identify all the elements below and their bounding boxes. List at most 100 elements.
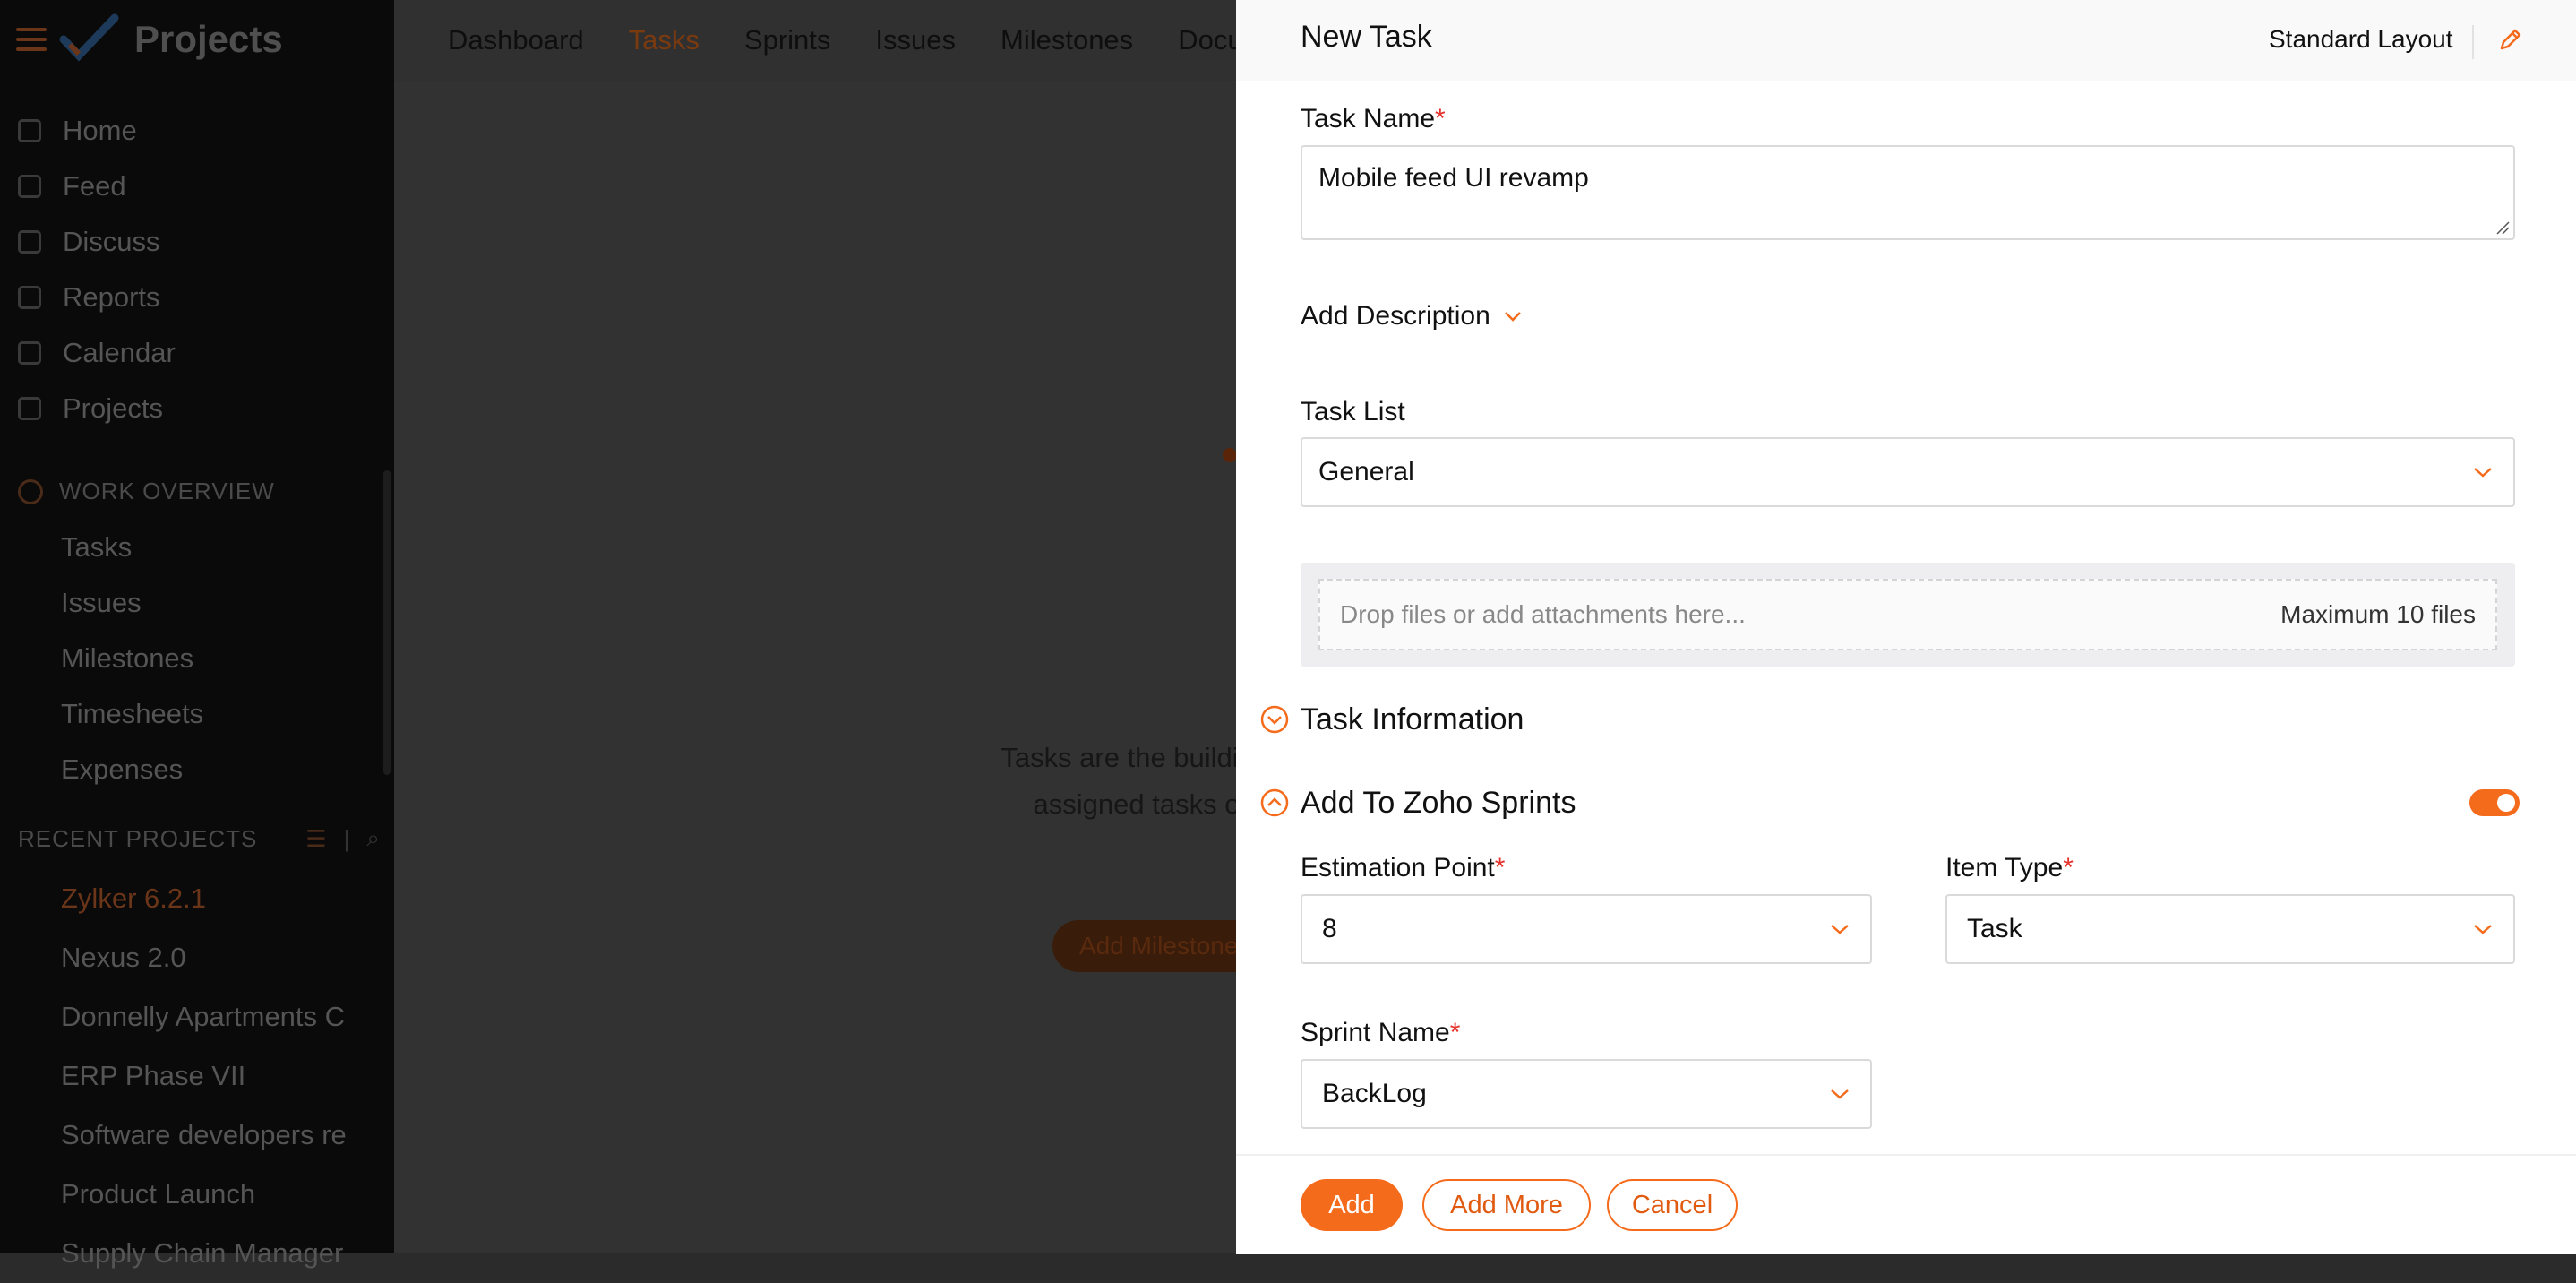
sidebar-item-label: Feed [63,170,126,202]
tab-dashboard[interactable]: Dashboard [448,24,584,56]
panel-header: New Task Standard Layout [1236,0,2576,81]
calendar-icon [18,341,41,365]
chevron-down-icon [1504,312,1521,322]
dropzone-inner[interactable]: Drop files or add attachments here... Ma… [1318,579,2497,650]
sidebar-item-discuss[interactable]: Discuss [0,214,394,270]
task-list-value: General [1318,457,1414,487]
recent-projects-heading: RECENT PROJECTS ☰ | ⌕ [18,824,381,853]
sprint-name-select[interactable]: BackLog [1301,1059,1872,1129]
work-overview-heading[interactable]: WORK OVERVIEW [18,478,275,505]
main-area [394,81,1236,1253]
required-mark: * [1435,104,1446,133]
task-list-select[interactable]: General [1301,437,2515,507]
task-name-value: Mobile feed UI revamp [1318,163,1589,193]
new-task-panel: New Task Standard Layout Task Name* Mobi… [1236,0,2576,1254]
sidebar-item-tasks[interactable]: Tasks [61,520,203,575]
projects-icon [18,397,41,420]
recent-projects-list: Zylker 6.2.1 Nexus 2.0 Donnelly Apartmen… [61,869,348,1283]
panel-title: New Task [1301,20,1432,54]
attachment-dropzone[interactable]: Drop files or add attachments here... Ma… [1301,563,2515,667]
top-nav: Dashboard Tasks Sprints Issues Milestone… [448,0,1282,81]
sidebar-item-calendar[interactable]: Calendar [0,325,394,381]
sidebar-item-expenses[interactable]: Expenses [61,742,203,797]
tab-tasks[interactable]: Tasks [629,24,700,56]
edit-layout-icon[interactable] [2494,25,2525,56]
filter-icon[interactable]: ☰ [305,825,327,853]
label-text: Task Name [1301,104,1436,133]
tab-issues[interactable]: Issues [875,24,956,56]
hamburger-menu-icon[interactable] [16,28,47,51]
sprint-name-label: Sprint Name* [1301,1018,1460,1048]
sidebar-item-label: Home [63,115,137,146]
estimation-point-label: Estimation Point* [1301,853,1505,883]
sprint-name-value: BackLog [1322,1079,1427,1108]
tab-sprints[interactable]: Sprints [744,24,830,56]
task-name-label: Task Name* [1301,104,1446,134]
search-icon[interactable]: ⌕ [366,824,381,853]
chevron-down-icon [1831,925,1849,934]
item-type-select[interactable]: Task [1945,894,2515,964]
resize-handle-icon[interactable] [2495,220,2510,235]
toggle-knob [2497,794,2515,812]
sidebar-item-label: Discuss [63,226,160,257]
discuss-icon [18,230,41,254]
task-information-section[interactable]: Task Information [1301,702,1524,737]
brand: Projects [16,13,283,66]
expand-section-icon[interactable] [1259,704,1290,735]
dropzone-text: Drop files or add attachments here... [1340,600,1746,628]
section-title: RECENT PROJECTS [18,824,258,852]
section-title: WORK OVERVIEW [59,478,275,504]
sidebar-scrollbar[interactable] [383,470,391,775]
add-description-toggle[interactable]: Add Description [1301,301,1523,332]
chevron-down-icon [1831,1089,1849,1099]
divider: | [343,824,351,852]
divider [2472,25,2474,59]
recent-project-item[interactable]: Donnelly Apartments C [61,987,348,1046]
label-text: Sprint Name [1301,1018,1450,1047]
home-icon [18,119,41,142]
app-title: Projects [134,18,283,60]
add-button[interactable]: Add [1301,1179,1403,1231]
add-description-label: Add Description [1301,301,1490,331]
estimation-point-value: 8 [1322,914,1337,943]
dropzone-limit: Maximum 10 files [2280,600,2476,628]
sidebar-item-issues[interactable]: Issues [61,575,203,631]
sidebar-item-home[interactable]: Home [0,103,394,159]
sidebar-item-projects[interactable]: Projects [0,381,394,436]
recent-project-item[interactable]: Zylker 6.2.1 [61,869,348,928]
illustration-dot [1223,448,1237,462]
estimation-point-select[interactable]: 8 [1301,894,1872,964]
cancel-button[interactable]: Cancel [1607,1179,1738,1231]
feed-icon [18,175,41,198]
sidebar-item-milestones[interactable]: Milestones [61,631,203,686]
work-overview-list: Tasks Issues Milestones Timesheets Expen… [61,520,203,797]
tab-milestones[interactable]: Milestones [1000,24,1133,56]
collapse-icon [18,478,43,504]
sidebar: Projects Home Feed Discuss Reports Calen… [0,0,394,1269]
add-more-button[interactable]: Add More [1422,1179,1591,1231]
recent-project-item[interactable]: Supply Chain Manager [61,1224,348,1283]
sidebar-item-timesheets[interactable]: Timesheets [61,686,203,742]
recent-project-item[interactable]: Nexus 2.0 [61,928,348,987]
sidebar-item-label: Reports [63,281,160,313]
collapse-section-icon[interactable] [1259,788,1290,818]
zoho-sprints-section[interactable]: Add To Zoho Sprints [1301,786,1576,821]
sidebar-item-reports[interactable]: Reports [0,270,394,325]
required-mark: * [1449,1018,1461,1047]
recent-project-item[interactable]: Product Launch [61,1165,348,1224]
label-text: Item Type [1945,853,2064,883]
item-type-label: Item Type* [1945,853,2074,883]
task-name-input[interactable]: Mobile feed UI revamp [1301,145,2515,240]
zoho-sprints-toggle[interactable] [2469,789,2520,816]
required-mark: * [1494,853,1506,883]
sidebar-item-label: Calendar [63,337,176,368]
required-mark: * [2063,853,2074,883]
layout-selector[interactable]: Standard Layout [2269,25,2453,54]
recent-project-item[interactable]: Software developers re [61,1106,348,1165]
side-nav: Home Feed Discuss Reports Calendar Proje… [0,103,394,436]
recent-project-item[interactable]: ERP Phase VII [61,1046,348,1106]
reports-icon [18,286,41,309]
task-list-label: Task List [1301,397,1405,426]
sidebar-item-feed[interactable]: Feed [0,159,394,214]
chevron-down-icon [2474,925,2492,934]
